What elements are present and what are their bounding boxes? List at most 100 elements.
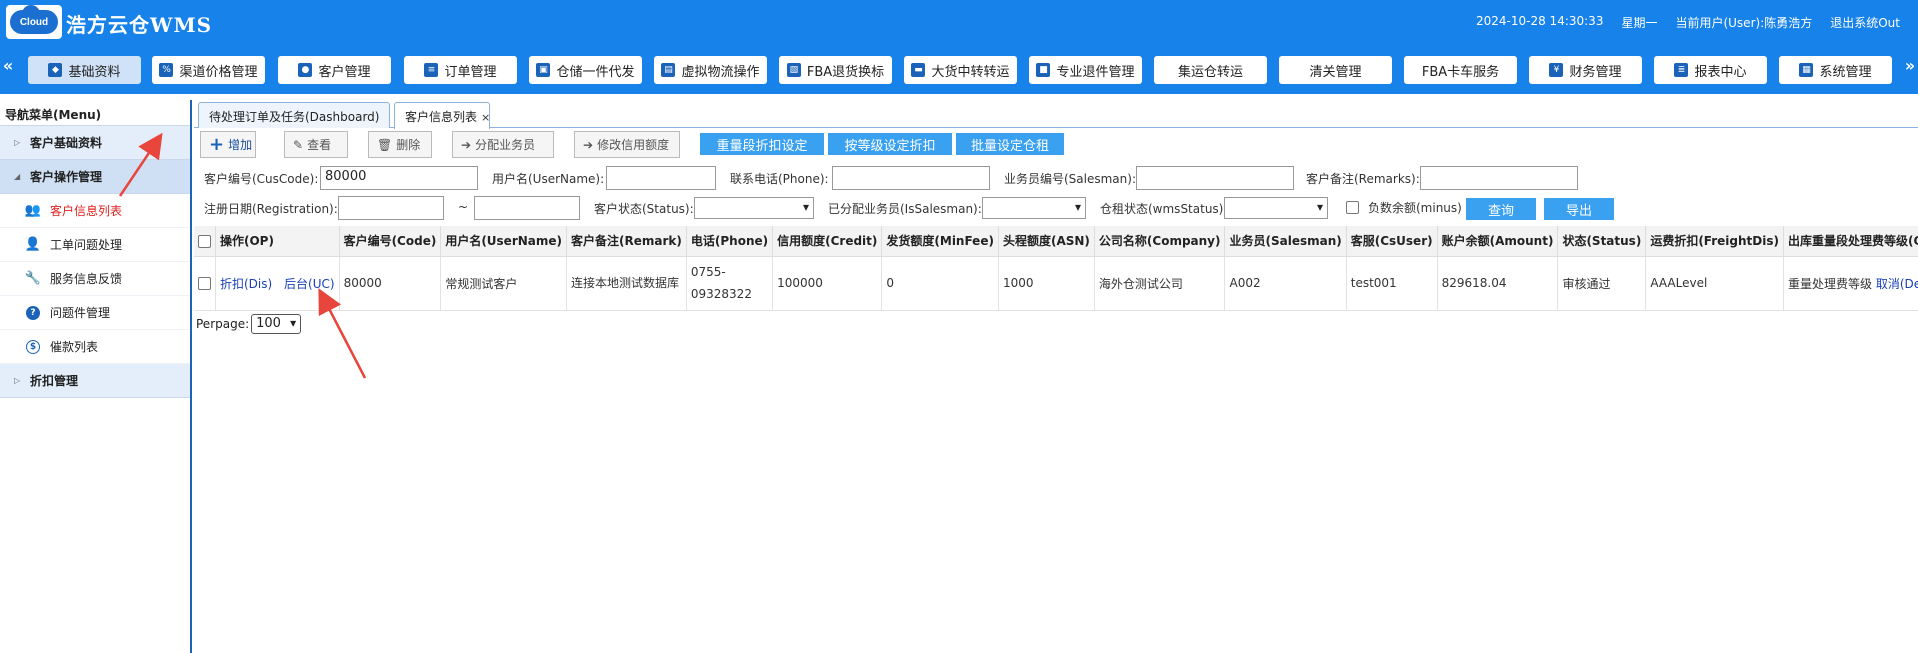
menu-item-fba-truck[interactable]: FBA卡车服务 bbox=[1404, 56, 1517, 84]
salesman-input[interactable] bbox=[1136, 166, 1294, 190]
perpage-select[interactable]: 100 bbox=[251, 314, 302, 334]
delete-button[interactable]: 🗑 删除 bbox=[368, 131, 432, 158]
level-discount-button[interactable]: 按等级设定折扣 bbox=[828, 133, 952, 155]
op-cell: 折扣(Dis) 后台(UC) bbox=[215, 256, 340, 311]
sidebar-item-dunning[interactable]: $ 催款列表 bbox=[0, 330, 190, 364]
weight-discount-button[interactable]: 重量段折扣设定 bbox=[700, 133, 824, 155]
assign-salesman-button[interactable]: ➔ 分配业务员 bbox=[452, 131, 554, 158]
query-button[interactable]: 查询 bbox=[1466, 198, 1536, 220]
status-select[interactable] bbox=[694, 197, 814, 219]
registration-label: 注册日期(Registration): bbox=[204, 202, 338, 216]
discount-link[interactable]: 折扣(Dis) bbox=[220, 277, 272, 291]
menu-item-return-management[interactable]: ■ 专业退件管理 bbox=[1029, 56, 1142, 84]
minus-balance-checkbox[interactable] bbox=[1346, 201, 1359, 214]
main-content: 待处理订单及任务(Dashboard) 客户信息列表 × + 增加 ✎ 查看 🗑 删除 … bbox=[194, 100, 1918, 653]
menu-item-bulk-transfer[interactable]: ▬ 大货中转转运 bbox=[904, 56, 1017, 84]
header-asn: 头程额度(ASN) bbox=[998, 226, 1095, 257]
tab-customer-list[interactable]: 客户信息列表 × bbox=[394, 102, 490, 129]
menu-item-basic-data[interactable]: ◆ 基础资料 bbox=[28, 56, 141, 84]
menu-item-customs[interactable]: 清关管理 bbox=[1279, 56, 1392, 84]
close-icon[interactable]: × bbox=[481, 111, 490, 124]
sidebar-item-service-feedback[interactable]: 🔧 服务信息反馈 bbox=[0, 262, 190, 296]
phone-label: 联系电话(Phone): bbox=[730, 172, 829, 186]
row-select-cell[interactable] bbox=[194, 256, 216, 311]
sidebar-group-customer-ops[interactable]: ◢ 客户操作管理 bbox=[0, 160, 190, 194]
remarks-label: 客户备注(Remarks): bbox=[1306, 172, 1420, 186]
arrow-right-icon: ➔ bbox=[461, 137, 472, 152]
box-icon: ■ bbox=[1036, 63, 1051, 77]
logout-link[interactable]: 退出系统Out bbox=[1830, 14, 1900, 31]
truck-icon: ▬ bbox=[911, 63, 926, 77]
cuscode-input[interactable]: 80000 bbox=[320, 166, 478, 190]
logo: Cloud bbox=[6, 5, 62, 39]
backend-uc-link[interactable]: 后台(UC) bbox=[284, 277, 335, 291]
menu-item-virtual-logistics[interactable]: ▤ 虚拟物流操作 bbox=[654, 56, 767, 84]
menu-scroll-right-icon[interactable]: » bbox=[1902, 56, 1918, 75]
header-select-all[interactable] bbox=[194, 226, 216, 257]
header-username: 用户名(UserName) bbox=[440, 226, 568, 257]
users-icon: 👥 bbox=[24, 203, 42, 218]
header-status: 状态(Status) bbox=[1557, 226, 1647, 257]
tab-dashboard[interactable]: 待处理订单及任务(Dashboard) bbox=[198, 102, 390, 128]
menu-item-channel-price[interactable]: % 渠道价格管理 bbox=[152, 56, 265, 84]
menu-item-warehouse-dropship[interactable]: ▣ 仓储一件代发 bbox=[529, 56, 642, 84]
remark-cell: 连接本地测试数据库 bbox=[566, 256, 687, 311]
menu-item-finance[interactable]: ¥ 财务管理 bbox=[1529, 56, 1642, 84]
customer-table: 操作(OP) 客户编号(Code) 用户名(UserName) 客户备注(Rem… bbox=[194, 226, 1918, 311]
add-button[interactable]: + 增加 bbox=[200, 131, 256, 158]
sidebar-item-problem-parcels[interactable]: ? 问题件管理 bbox=[0, 296, 190, 330]
select-all-checkbox[interactable] bbox=[198, 234, 211, 248]
row-checkbox[interactable] bbox=[198, 277, 211, 290]
code-cell: 80000 bbox=[339, 256, 442, 311]
expanded-arrow-icon: ◢ bbox=[14, 172, 21, 181]
credit-cell: 100000 bbox=[772, 256, 883, 311]
menu-item-fba-return[interactable]: ▧ FBA退货换标 bbox=[779, 56, 892, 84]
phone-cell: 0755-09328322 bbox=[686, 256, 774, 311]
registration-start-input[interactable] bbox=[338, 196, 444, 220]
header-code: 客户编号(Code) bbox=[339, 226, 442, 257]
menu-item-customer[interactable]: ● 客户管理 bbox=[278, 56, 391, 84]
sidebar-item-work-orders[interactable]: 👤 工单问题处理 bbox=[0, 228, 190, 262]
issalesman-label: 已分配业务员(IsSalesman): bbox=[828, 202, 982, 216]
view-button[interactable]: ✎ 查看 bbox=[284, 131, 348, 158]
sidebar-group-discount[interactable]: ▷ 折扣管理 bbox=[0, 364, 190, 398]
collapsed-arrow-icon: ▷ bbox=[14, 376, 21, 385]
table-row[interactable]: 折扣(Dis) 后台(UC) 80000 常规测试客户 连接本地测试数据库 07… bbox=[194, 256, 1918, 311]
modify-credit-button[interactable]: ➔ 修改信用额度 bbox=[574, 131, 680, 158]
file-icon: ▧ bbox=[786, 63, 801, 77]
trash-icon: 🗑 bbox=[377, 137, 393, 152]
sidebar-item-customer-list[interactable]: 👥 客户信息列表 bbox=[0, 194, 190, 228]
app-header: Cloud 浩方云仓WMS 2024-10-28 14:30:33 星期一 当前… bbox=[0, 0, 1918, 46]
sidebar-title: 导航菜单(Menu) bbox=[0, 100, 190, 126]
arrow-right-icon: ➔ bbox=[583, 137, 594, 152]
dollar-icon: $ bbox=[26, 339, 40, 354]
salesman-cell: A002 bbox=[1224, 256, 1347, 311]
export-button[interactable]: 导出 bbox=[1544, 198, 1614, 220]
user-icon: ● bbox=[298, 63, 313, 77]
username-input[interactable] bbox=[606, 166, 716, 190]
menu-item-consolidation[interactable]: 集运仓转运 bbox=[1154, 56, 1267, 84]
cancel-del-link[interactable]: 取消(Del) bbox=[1876, 277, 1918, 291]
outprocess-cell: 重量处理费等级 取消(Del) bbox=[1783, 256, 1918, 311]
wms-status-select[interactable] bbox=[1224, 197, 1328, 219]
header-csuser: 客服(CsUser) bbox=[1346, 226, 1438, 257]
menu-scroll-left-icon[interactable]: « bbox=[0, 56, 16, 75]
header-info: 2024-10-28 14:30:33 星期一 当前用户(User):陈勇浩方 … bbox=[1476, 14, 1900, 31]
phone-input[interactable] bbox=[832, 166, 990, 190]
issalesman-select[interactable] bbox=[982, 197, 1086, 219]
batch-rent-button[interactable]: 批量设定仓租 bbox=[956, 133, 1064, 155]
warehouse-icon: ▣ bbox=[536, 63, 551, 77]
menu-item-orders[interactable]: ≡ 订单管理 bbox=[404, 56, 517, 84]
pagination: Perpage: 100 bbox=[196, 314, 302, 334]
registration-end-input[interactable] bbox=[474, 196, 580, 220]
header-credit: 信用额度(Credit) bbox=[772, 226, 883, 257]
system-icon: ▦ bbox=[1799, 63, 1814, 77]
remarks-input[interactable] bbox=[1420, 166, 1578, 190]
sidebar-group-customer-basic[interactable]: ▷ 客户基础资料 bbox=[0, 126, 190, 160]
menu-item-reports[interactable]: ≣ 报表中心 bbox=[1654, 56, 1767, 84]
table-header-row: 操作(OP) 客户编号(Code) 用户名(UserName) 客户备注(Rem… bbox=[194, 226, 1918, 257]
header-remark: 客户备注(Remark) bbox=[566, 226, 687, 257]
header-outprocess: 出库重量段处理费等级(OutProcess) bbox=[1783, 226, 1918, 257]
menu-item-system[interactable]: ▦ 系统管理 bbox=[1779, 56, 1892, 84]
weekday: 星期一 bbox=[1621, 16, 1658, 30]
